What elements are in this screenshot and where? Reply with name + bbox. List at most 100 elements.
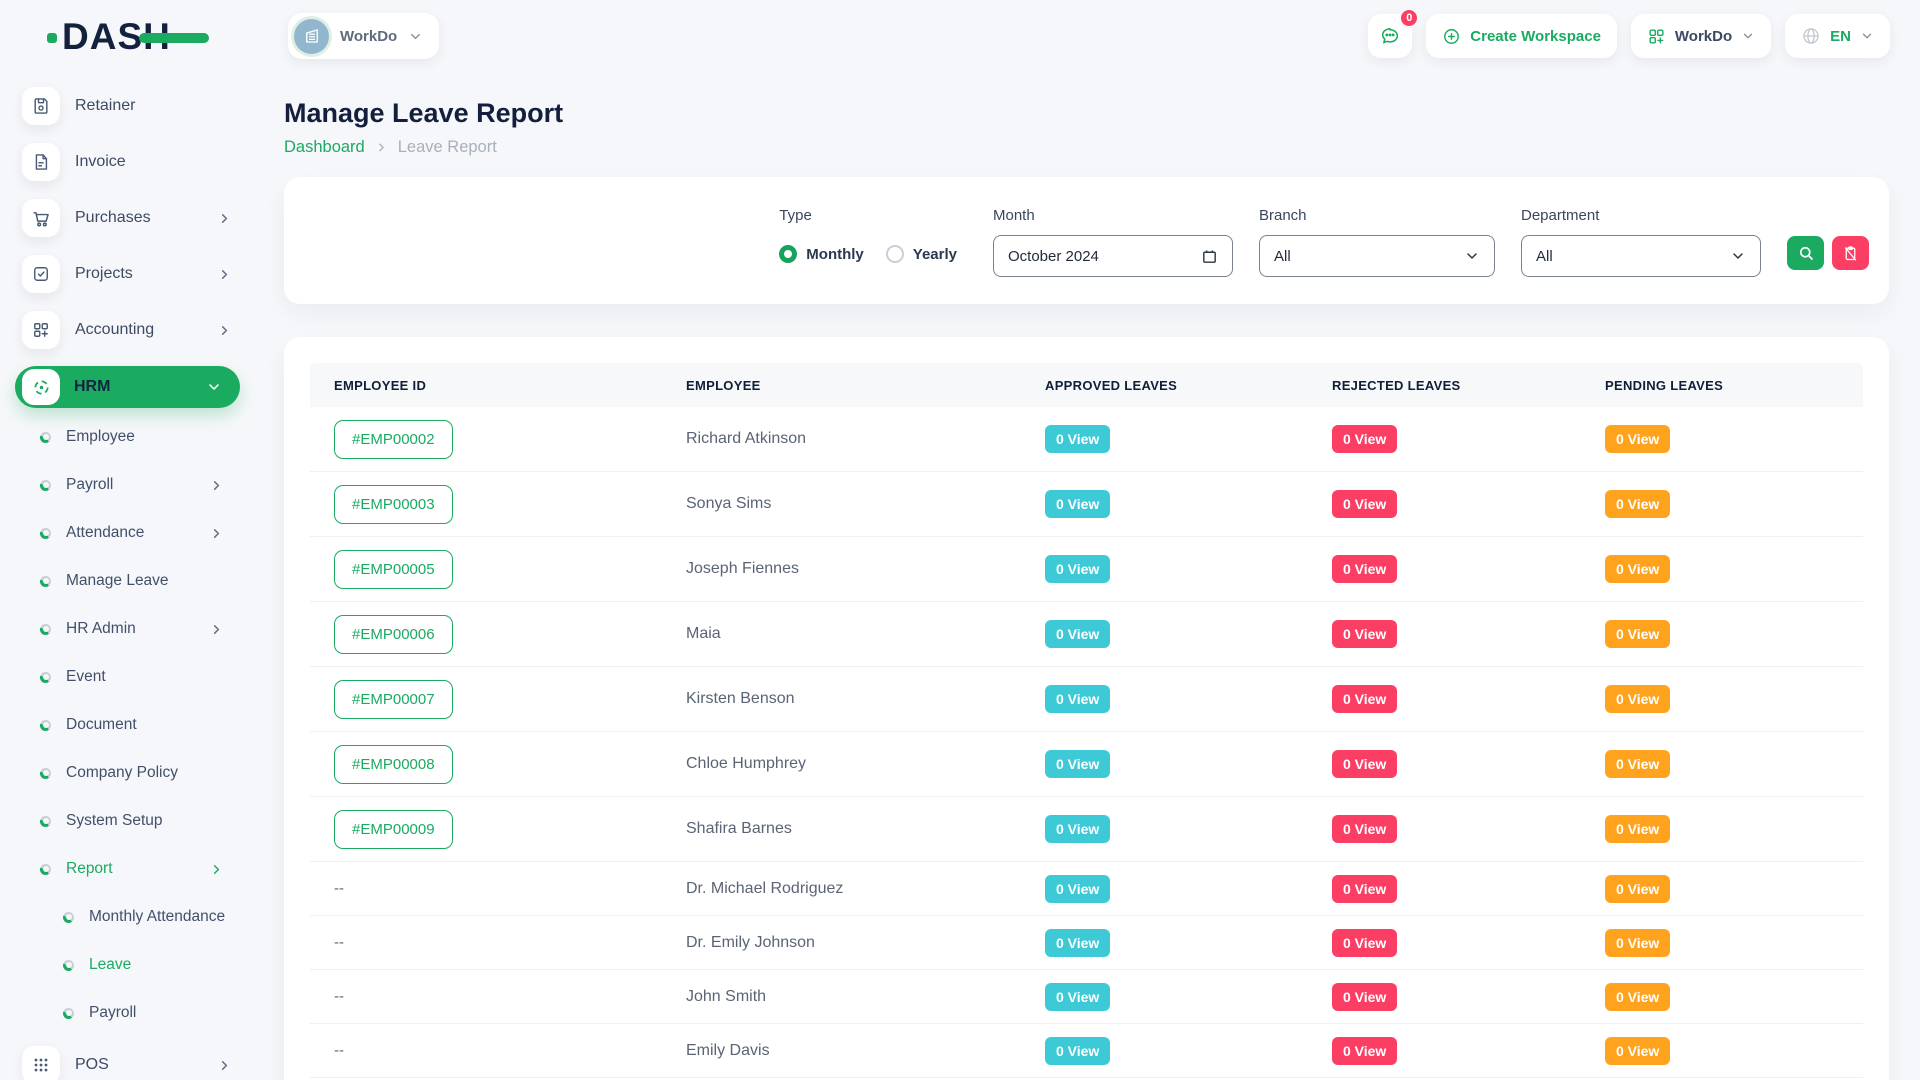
sidebar-item-label: Projects [75, 265, 133, 283]
employee-id-empty: -- [334, 880, 344, 897]
table-row: --John Smith0 View0 View0 View [310, 970, 1863, 1024]
branch-select[interactable]: All [1259, 235, 1495, 277]
workspace-selector[interactable]: WorkDo [288, 13, 439, 59]
sidebar-item-label: Employee [66, 428, 135, 446]
sidebar-item-document[interactable]: Document [0, 701, 260, 749]
rejected-leaves-view-button[interactable]: 0 View [1332, 555, 1397, 583]
pending-leaves-view-button[interactable]: 0 View [1605, 685, 1670, 713]
rejected-leaves-view-button[interactable]: 0 View [1332, 425, 1397, 453]
reset-icon [1842, 245, 1859, 262]
sidebar-item-hr-admin[interactable]: HR Admin [0, 605, 260, 653]
approved-leaves-view-button[interactable]: 0 View [1045, 685, 1110, 713]
language-selector[interactable]: EN [1785, 14, 1890, 58]
employee-id-badge[interactable]: #EMP00007 [334, 680, 453, 719]
sidebar-item-system-setup[interactable]: System Setup [0, 797, 260, 845]
approved-leaves-view-button[interactable]: 0 View [1045, 983, 1110, 1011]
radio-monthly[interactable]: Monthly [779, 245, 864, 263]
sidebar-item-retainer[interactable]: Retainer [0, 78, 260, 134]
employee-name: Maia [686, 625, 721, 642]
rejected-leaves-view-button[interactable]: 0 View [1332, 750, 1397, 778]
sidebar-item-pos[interactable]: POS [0, 1037, 260, 1080]
approved-leaves-view-button[interactable]: 0 View [1045, 425, 1110, 453]
approved-leaves-view-button[interactable]: 0 View [1045, 750, 1110, 778]
sidebar-item-label: Payroll [89, 1004, 136, 1022]
breadcrumb-dashboard-link[interactable]: Dashboard [284, 138, 365, 157]
pending-leaves-view-button[interactable]: 0 View [1605, 875, 1670, 903]
pending-leaves-view-button[interactable]: 0 View [1605, 1037, 1670, 1065]
table-row: --Dr. Michael Rodriguez0 View0 View0 Vie… [310, 862, 1863, 916]
sidebar-item-invoice[interactable]: Invoice [0, 134, 260, 190]
sidebar-item-accounting[interactable]: Accounting [0, 302, 260, 358]
department-select[interactable]: All [1521, 235, 1761, 277]
sidebar-item-attendance[interactable]: Attendance [0, 509, 260, 557]
rejected-leaves-view-button[interactable]: 0 View [1332, 929, 1397, 957]
pending-leaves-view-button[interactable]: 0 View [1605, 750, 1670, 778]
sidebar-item-label: Monthly Attendance [89, 908, 225, 926]
column-header-approved: APPROVED LEAVES [1021, 378, 1308, 393]
rejected-leaves-view-button[interactable]: 0 View [1332, 983, 1397, 1011]
pending-leaves-view-button[interactable]: 0 View [1605, 929, 1670, 957]
approved-leaves-view-button[interactable]: 0 View [1045, 620, 1110, 648]
sidebar-item-projects[interactable]: Projects [0, 246, 260, 302]
chevron-right-icon [209, 622, 224, 637]
approved-leaves-view-button[interactable]: 0 View [1045, 875, 1110, 903]
employee-id-badge[interactable]: #EMP00003 [334, 485, 453, 524]
type-label: Type [779, 207, 967, 224]
pending-leaves-view-button[interactable]: 0 View [1605, 815, 1670, 843]
rejected-leaves-view-button[interactable]: 0 View [1332, 490, 1397, 518]
rejected-leaves-view-button[interactable]: 0 View [1332, 875, 1397, 903]
messenger-button[interactable]: 0 [1368, 14, 1412, 58]
sidebar-item-label: Retainer [75, 97, 135, 115]
sidebar-item-hrm[interactable]: HRM [15, 366, 240, 408]
topbar-actions: 0 Create Workspace WorkDo EN [1368, 14, 1890, 58]
breadcrumb: Dashboard Leave Report [284, 138, 1889, 157]
leave-report-table-card: EMPLOYEE ID EMPLOYEE APPROVED LEAVES REJ… [284, 337, 1889, 1080]
pending-leaves-view-button[interactable]: 0 View [1605, 490, 1670, 518]
employee-id-badge[interactable]: #EMP00008 [334, 745, 453, 784]
month-input[interactable]: October 2024 [993, 235, 1233, 277]
pending-leaves-view-button[interactable]: 0 View [1605, 983, 1670, 1011]
sidebar-item-company-policy[interactable]: Company Policy [0, 749, 260, 797]
radio-unchecked-icon [886, 245, 904, 263]
approved-leaves-view-button[interactable]: 0 View [1045, 929, 1110, 957]
sidebar-item-employee[interactable]: Employee [0, 413, 260, 461]
breadcrumb-current: Leave Report [398, 138, 497, 157]
employee-id-empty: -- [334, 934, 344, 951]
sidebar-item-payroll[interactable]: Payroll [0, 461, 260, 509]
employee-id-badge[interactable]: #EMP00005 [334, 550, 453, 589]
sidebar-item-manage-leave[interactable]: Manage Leave [0, 557, 260, 605]
rejected-leaves-view-button[interactable]: 0 View [1332, 1037, 1397, 1065]
table-row: #EMP00003Sonya Sims0 View0 View0 View [310, 472, 1863, 537]
sidebar-item-label: System Setup [66, 812, 163, 830]
approved-leaves-view-button[interactable]: 0 View [1045, 490, 1110, 518]
rejected-leaves-view-button[interactable]: 0 View [1332, 620, 1397, 648]
search-button[interactable] [1787, 236, 1824, 270]
approved-leaves-view-button[interactable]: 0 View [1045, 815, 1110, 843]
sidebar-item-purchases[interactable]: Purchases [0, 190, 260, 246]
pending-leaves-view-button[interactable]: 0 View [1605, 620, 1670, 648]
employee-name: Dr. Emily Johnson [686, 934, 815, 951]
radio-yearly[interactable]: Yearly [886, 245, 957, 263]
employee-id-badge[interactable]: #EMP00002 [334, 420, 453, 459]
rejected-leaves-view-button[interactable]: 0 View [1332, 815, 1397, 843]
bullet-icon [40, 720, 51, 731]
approved-leaves-view-button[interactable]: 0 View [1045, 1037, 1110, 1065]
pending-leaves-view-button[interactable]: 0 View [1605, 425, 1670, 453]
reset-button[interactable] [1832, 236, 1869, 270]
pending-leaves-view-button[interactable]: 0 View [1605, 555, 1670, 583]
create-workspace-button[interactable]: Create Workspace [1426, 14, 1617, 58]
sidebar-item-report-monthly-attendance[interactable]: Monthly Attendance [0, 893, 260, 941]
employee-id-badge[interactable]: #EMP00009 [334, 810, 453, 849]
rejected-leaves-view-button[interactable]: 0 View [1332, 685, 1397, 713]
sidebar-item-event[interactable]: Event [0, 653, 260, 701]
sidebar-item-report-payroll[interactable]: Payroll [0, 989, 260, 1037]
employee-id-badge[interactable]: #EMP00006 [334, 615, 453, 654]
chevron-right-icon [217, 1058, 232, 1073]
sidebar-item-report[interactable]: Report [0, 845, 260, 893]
radio-monthly-label: Monthly [806, 246, 864, 263]
language-label: EN [1830, 28, 1851, 45]
chevron-down-icon [1730, 248, 1746, 264]
approved-leaves-view-button[interactable]: 0 View [1045, 555, 1110, 583]
app-menu-button[interactable]: WorkDo [1631, 14, 1771, 58]
sidebar-item-report-leave[interactable]: Leave [0, 941, 260, 989]
